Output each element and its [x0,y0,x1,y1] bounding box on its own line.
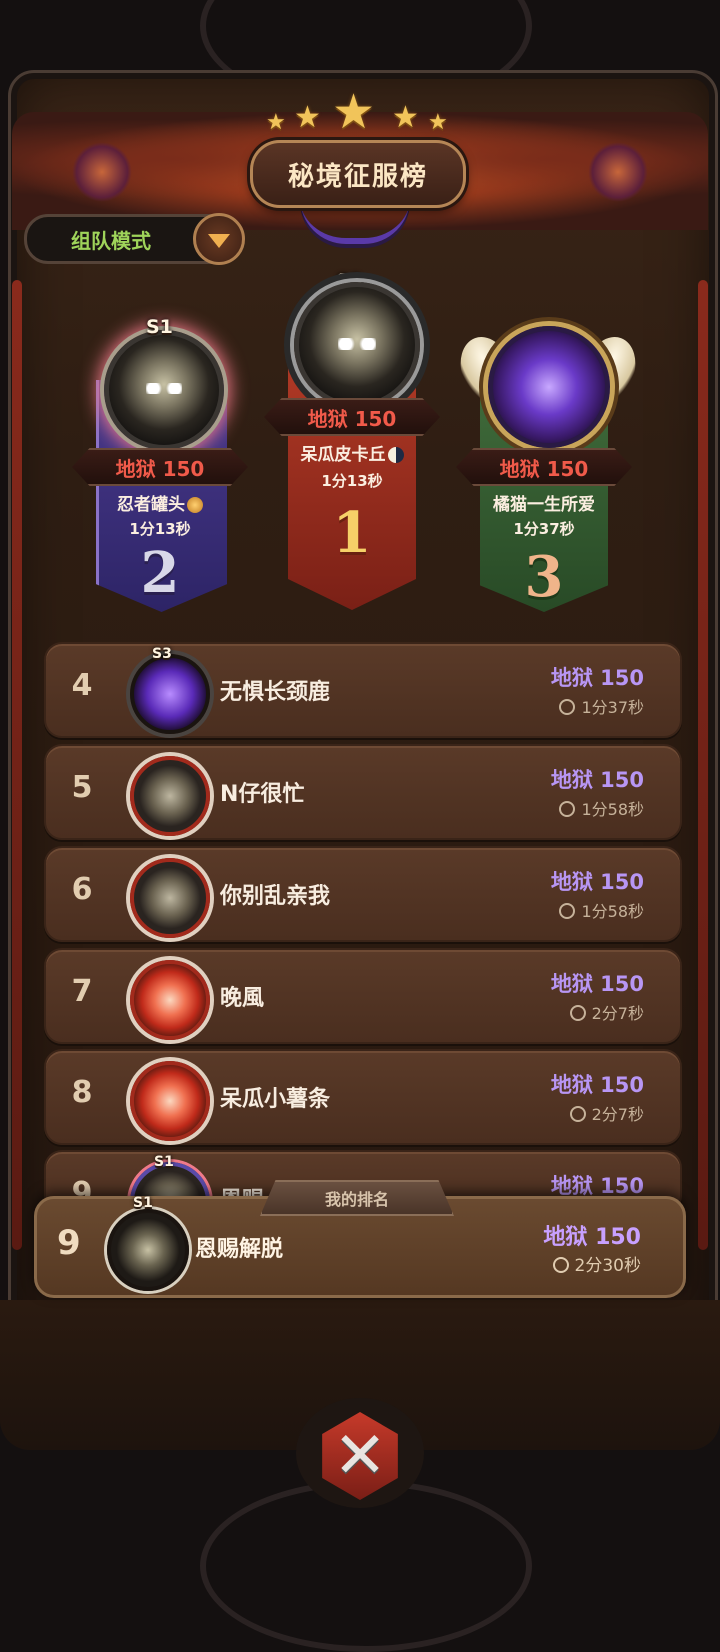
row-rank: 8 [71,1075,93,1110]
star-icon: ★ [392,100,419,135]
star-icon: ★ [294,100,321,135]
clear-time: 2分7秒 [569,1101,644,1125]
player-name: 晚風 [220,986,265,1011]
chevron-down-icon [208,234,230,248]
clock-icon [552,1257,569,1273]
clock-icon [559,699,576,715]
mode-label: 组队模式 [71,229,151,253]
frame-right-bar [698,280,708,1250]
clear-time: 1分58秒 [559,898,644,922]
clear-time: 2分7秒 [569,1000,644,1024]
fire-swirl-icon [130,960,210,1040]
player-name: 忍者罐头 [75,490,245,515]
fire-swirl-icon [130,1061,210,1141]
player-name: 你别乱亲我 [220,884,331,909]
clock-icon [569,1106,586,1122]
row-rank: 6 [71,872,93,907]
rank-number: 2 [140,540,180,606]
player-name: 恩赐解脱 [195,1237,284,1262]
tier-label: 地狱 150 [550,1073,644,1097]
leaderboard-row[interactable]: 8 呆瓜小薯条 地狱 150 2分7秒 [44,1049,682,1145]
clear-time: 1分58秒 [559,796,644,820]
tier-label: 地狱 150 [264,398,440,436]
player-name: 呆瓜小薯条 [220,1087,331,1112]
demon-avatar-icon [130,858,210,938]
tier-label: 地狱 150 [550,870,644,894]
demon-avatar-icon [107,1209,189,1291]
dropdown-button[interactable] [193,213,245,265]
player-avatar [294,282,420,408]
tier-label: 地狱 150 [543,1225,641,1250]
frame-left-bar [12,280,22,1250]
row-rank: 5 [71,770,93,805]
row-rank: 9 [57,1223,81,1263]
leaderboard-row[interactable]: 4 S3 无惧长颈鹿 地狱 150 1分37秒 [44,642,682,738]
tier-label: 地狱 150 [72,448,248,486]
season-badge: S1 [154,1154,174,1170]
player-name: 橘猫一生所爱 [493,495,595,515]
rank-number: 1 [332,500,372,566]
player-name: 无惧长颈鹿 [220,680,331,705]
player-name: N仔很忙 [220,782,305,807]
leaderboard-row[interactable]: 6 你别乱亲我 地狱 150 1分58秒 [44,846,682,942]
rank-number: 3 [524,544,564,610]
clear-time: 1分13秒 [129,520,191,538]
player-name: 呆瓜皮卡丘 [267,440,437,465]
clock-icon [559,801,576,817]
season-badge: S1 [146,316,173,338]
star-icon: ★ [428,110,448,135]
clock-icon [569,1005,586,1021]
leaderboard-row[interactable]: 7 晚風 地狱 150 2分7秒 [44,948,682,1044]
season-badge: S3 [152,646,172,662]
leaderboard-row[interactable]: 5 N仔很忙 地狱 150 1分58秒 [44,744,682,840]
tier-label: 地狱 150 [550,666,644,690]
clear-time: 1分37秒 [559,694,644,718]
tier-label: 地狱 150 [550,972,644,996]
page-title: 秘境征服榜 [250,140,466,208]
tier-label: 地狱 150 [456,448,632,486]
season-badge: S1 [133,1195,153,1211]
clock-icon [559,903,576,919]
pudding-emoji-icon [187,497,203,513]
star-row: ★ ★ ★ ★ ★ [262,84,458,140]
my-rank-tab: 我的排名 [260,1180,454,1216]
clear-time: 1分37秒 [513,520,575,538]
mode-dropdown[interactable]: 组队模式 [24,213,245,265]
clear-time: 2分30秒 [552,1251,641,1276]
clear-time: 1分13秒 [321,472,383,490]
row-rank: 7 [71,974,93,1009]
moon-emoji-icon [387,447,404,463]
row-rank: 4 [71,668,93,703]
demon-avatar-icon [130,756,210,836]
tier-label: 地狱 150 [550,768,644,792]
moon-crest-icon [488,326,610,448]
star-icon: ★ [266,110,286,135]
player-avatar [104,330,224,450]
moon-crest-icon [130,654,210,734]
star-icon: ★ [332,84,376,140]
close-icon: ✕ [333,1419,387,1493]
